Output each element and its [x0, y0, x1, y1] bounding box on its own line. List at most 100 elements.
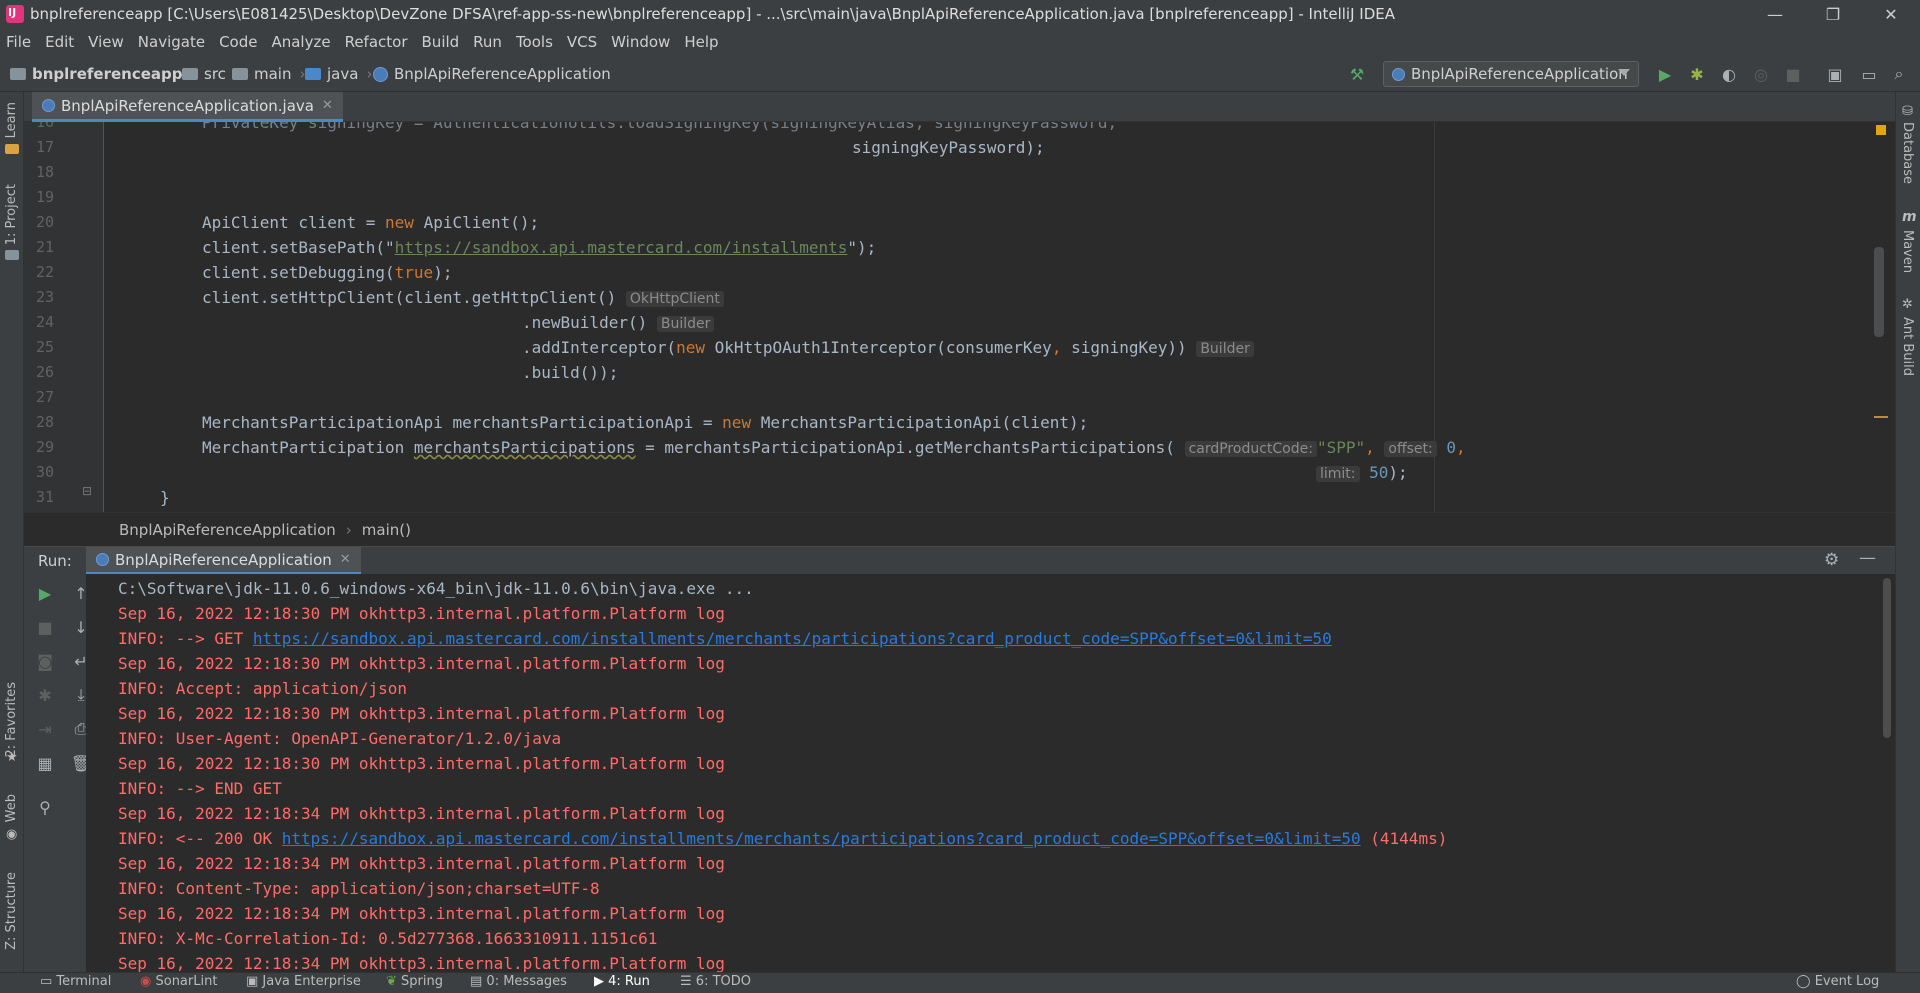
menu-view[interactable]: View — [88, 33, 124, 51]
menu-run[interactable]: Run — [473, 33, 502, 51]
build-hammer-icon[interactable]: ⚒ — [1348, 65, 1366, 84]
code-line-31: } — [160, 488, 170, 507]
console-text: INFO: <-- 200 OK — [118, 829, 282, 848]
stop-icon[interactable]: ■ — [34, 616, 56, 638]
console-scrollbar[interactable] — [1879, 574, 1895, 972]
bottom-tool-stripe: ▭ Terminal ◉ SonarLint ▣ Java Enterprise… — [0, 972, 1920, 993]
breadcrumb-method[interactable]: main() — [362, 521, 411, 539]
window-controls: — ❐ ✕ — [1746, 0, 1920, 28]
code-text: = merchantsParticipationApi.getMerchants… — [635, 438, 1175, 457]
tool-java-enterprise[interactable]: ▣ Java Enterprise — [246, 974, 361, 989]
warning-indicator-icon[interactable] — [1876, 125, 1886, 135]
tool-learn[interactable]: Learn — [4, 102, 19, 138]
editor-scrollbar-thumb[interactable] — [1874, 247, 1884, 337]
tool-web[interactable]: Web — [4, 794, 19, 822]
param-hint: cardProductCode: — [1184, 441, 1317, 457]
menu-navigate[interactable]: Navigate — [138, 33, 205, 51]
code-line-25: .addInterceptor(new OkHttpOAuth1Intercep… — [522, 335, 1254, 362]
tool-project[interactable]: 1: Project — [4, 184, 19, 245]
tool-todo[interactable]: ☰ 6: TODO — [680, 974, 751, 989]
left-tool-stripe: Learn 1: Project 2: Favorites ★ Web ◉ Z:… — [0, 92, 24, 972]
line-number: 30 — [35, 463, 54, 481]
hide-icon[interactable]: — — [1859, 548, 1876, 568]
console-link[interactable]: https://sandbox.api.mastercard.com/insta… — [253, 629, 1332, 648]
tool-favorites[interactable]: 2: Favorites — [4, 682, 19, 758]
close-tab-icon[interactable]: ✕ — [340, 552, 351, 567]
breadcrumb-main[interactable]: main › — [232, 65, 313, 83]
breadcrumb-project[interactable]: bnplreferenceapp › — [10, 65, 204, 83]
maven-icon: m — [1902, 209, 1917, 225]
fold-icon[interactable]: ⊟ — [82, 484, 92, 498]
code-text: client.setDebugging( — [202, 263, 395, 282]
src-label: src — [204, 65, 226, 83]
tool-sonarlint[interactable]: ◉ SonarLint — [140, 974, 217, 989]
menu-code[interactable]: Code — [219, 33, 257, 51]
code-line-23: client.setHttpClient(client.getHttpClien… — [202, 285, 724, 312]
code-line-22: client.setDebugging(true); — [202, 260, 452, 285]
tool-event-log[interactable]: ◯ Event Log — [1796, 974, 1879, 989]
string-url[interactable]: https://sandbox.api.mastercard.com/insta… — [395, 238, 848, 257]
menu-file[interactable]: File — [6, 33, 31, 51]
menu-refactor[interactable]: Refactor — [345, 33, 408, 51]
presentation-icon[interactable]: ▭ — [1860, 65, 1878, 84]
menu-help[interactable]: Help — [684, 33, 718, 51]
tab-bnplapireferenceapplication-java[interactable]: BnplApiReferenceApplication.java ✕ — [32, 92, 343, 122]
rerun-icon[interactable]: ▶ — [34, 582, 56, 604]
tool-database[interactable]: Database — [1900, 122, 1915, 184]
breadcrumb-class[interactable]: BnplApiReferenceApplication — [373, 65, 611, 83]
run-icon[interactable]: ▶ — [1656, 65, 1674, 84]
tool-structure[interactable]: Z: Structure — [4, 872, 19, 950]
console-link[interactable]: https://sandbox.api.mastercard.com/insta… — [282, 829, 1361, 848]
code-text: .addInterceptor( — [522, 338, 677, 357]
tool-messages[interactable]: ▤ 0: Messages — [470, 974, 567, 989]
code-text: OkHttpOAuth1Interceptor(consumerKey — [705, 338, 1052, 357]
comma: , — [1051, 338, 1062, 357]
tool-label: Terminal — [56, 974, 112, 989]
pin-icon[interactable]: ⚲ — [34, 796, 56, 818]
warning-marker[interactable] — [1874, 416, 1888, 418]
tool-terminal[interactable]: ▭ Terminal — [40, 974, 111, 989]
run-tab[interactable]: BnplApiReferenceApplication ✕ — [86, 547, 361, 575]
tool-spring[interactable]: ❦ Spring — [386, 974, 443, 989]
tool-ant-build[interactable]: Ant Build — [1900, 317, 1915, 376]
error-stripe[interactable] — [1874, 122, 1888, 512]
type-hint: Builder — [656, 316, 715, 332]
breadcrumb-java[interactable]: java › — [305, 65, 380, 83]
run-tab-label: BnplApiReferenceApplication — [115, 550, 332, 569]
code-editor[interactable]: 16 17 18 19 20 21 22 23 24 25 26 27 28 2… — [24, 122, 1895, 512]
menu-analyze[interactable]: Analyze — [271, 33, 330, 51]
stop-icon[interactable]: ■ — [1784, 65, 1802, 84]
coverage-icon[interactable]: ◐ — [1720, 65, 1738, 84]
console-line: Sep 16, 2022 12:18:34 PM okhttp3.interna… — [118, 954, 725, 972]
minimize-button[interactable]: — — [1746, 0, 1804, 28]
restore-button[interactable]: ❐ — [1804, 0, 1862, 28]
learn-icon — [5, 144, 19, 154]
debug-icon[interactable]: ✱ — [34, 684, 56, 706]
folder-icon — [182, 68, 198, 80]
exit-icon[interactable]: ⇥ — [34, 718, 56, 740]
close-tab-icon[interactable]: ✕ — [322, 98, 333, 113]
console-text: (4144ms) — [1360, 829, 1448, 848]
menu-tools[interactable]: Tools — [516, 33, 553, 51]
tool-run[interactable]: ▶ 4: Run — [594, 974, 650, 989]
run-configuration-select[interactable]: BnplApiReferenceApplication — [1383, 61, 1639, 87]
profile-icon[interactable]: ◎ — [1752, 65, 1770, 84]
camera-icon[interactable]: ◙ — [34, 650, 56, 672]
tool-maven[interactable]: Maven — [1900, 230, 1915, 273]
code-line-16: PrivateKey signingKey = AuthenticationUt… — [202, 122, 1118, 132]
menu-window[interactable]: Window — [611, 33, 670, 51]
menu-edit[interactable]: Edit — [45, 33, 74, 51]
menu-build[interactable]: Build — [422, 33, 460, 51]
close-button[interactable]: ✕ — [1862, 0, 1920, 28]
project-structure-icon[interactable]: ▣ — [1826, 65, 1844, 84]
breadcrumb-class[interactable]: BnplApiReferenceApplication — [119, 521, 336, 539]
console-output[interactable]: C:\Software\jdk-11.0.6_windows-x64_bin\j… — [86, 574, 1879, 972]
console-scrollbar-thumb[interactable] — [1883, 578, 1891, 738]
search-icon[interactable]: ⌕ — [1890, 64, 1908, 83]
line-number: 26 — [35, 363, 54, 381]
code-text: ); — [433, 263, 453, 282]
debug-icon[interactable]: ✱ — [1688, 65, 1706, 84]
layout-icon[interactable]: ▦ — [34, 752, 56, 774]
gear-icon[interactable]: ⚙ — [1824, 550, 1839, 570]
menu-vcs[interactable]: VCS — [567, 33, 597, 51]
